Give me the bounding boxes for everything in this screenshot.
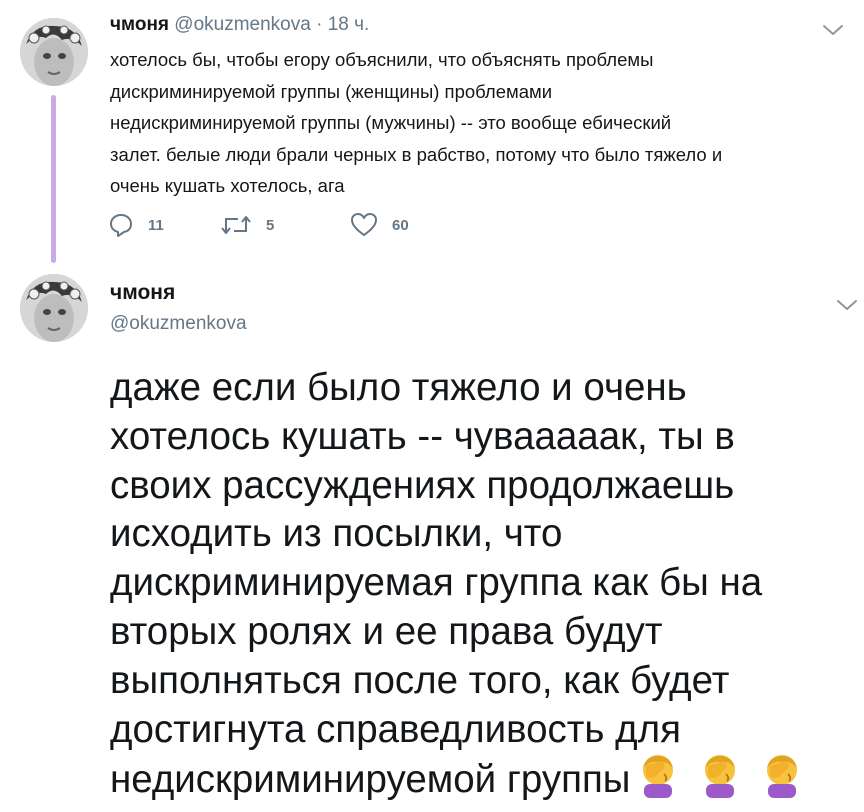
tweet-text-line: даже если было тяжело и очень: [110, 366, 687, 409]
retweet-button[interactable]: 5: [220, 212, 274, 238]
author-name[interactable]: чмоня: [110, 281, 175, 305]
tweet-text: даже если было тяжело и очень хотелось к…: [110, 364, 860, 811]
tweet-time[interactable]: 18 ч.: [328, 14, 370, 35]
reply-button[interactable]: 11: [108, 212, 164, 238]
tweet-text-line: залет. белые люди брали черных в рабство…: [110, 143, 723, 165]
facepalm-emoji: [767, 755, 798, 799]
tweet-menu-button[interactable]: [822, 23, 844, 42]
tweet-text-line: выполняться после того, как будет: [110, 658, 730, 702]
tweet-text-line: вторых ролях и ее права будут: [110, 609, 663, 653]
thread-connector-line: [51, 95, 56, 263]
tweet-header: чмоня @okuzmenkova · 18 ч.: [110, 14, 369, 36]
retweet-icon: [221, 216, 251, 234]
avatar[interactable]: [20, 18, 88, 86]
heart-icon: [351, 213, 377, 236]
reply-count: 11: [148, 216, 164, 234]
facepalm-emoji: [643, 755, 674, 799]
chevron-down-icon: [823, 25, 843, 35]
reply-icon: [110, 214, 132, 237]
retweet-count: 5: [266, 216, 275, 234]
chevron-down-icon: [837, 300, 857, 310]
tweet-text-line: недискриминируемой группы: [110, 754, 860, 811]
like-count: 60: [392, 216, 409, 234]
tweet-text-line: дискриминируемая группа как бы на: [110, 561, 763, 605]
tweet-text-line: достигнута справедливость для: [110, 707, 681, 751]
meta-separator: ·: [316, 14, 323, 35]
author-handle[interactable]: @okuzmenkova: [110, 313, 247, 335]
tweet-menu-button[interactable]: [836, 298, 858, 317]
facepalm-emoji: [705, 755, 736, 799]
avatar[interactable]: [20, 274, 88, 342]
author-name[interactable]: чмоня: [110, 14, 169, 35]
tweet-text-line: хотелось бы, чтобы егору объяснили, что …: [110, 49, 654, 70]
emoji-group: [638, 754, 824, 811]
tweet-text-line: дискриминируемой группы (женщины) пробле…: [110, 80, 553, 102]
tweet-text: хотелось бы, чтобы егору объяснили, что …: [110, 44, 850, 202]
tweet-actions: 11 5 60: [108, 212, 468, 242]
author-handle[interactable]: @okuzmenkova: [174, 14, 311, 35]
tweet-text-line: очень кушать хотелось, ага: [110, 175, 345, 196]
tweet-text-fragment: недискриминируемой группы: [110, 758, 631, 802]
tweet-text-line: исходить из посылки, что: [110, 512, 563, 556]
like-button[interactable]: 60: [350, 212, 409, 238]
tweet-text-line: недискриминируемой группы (мужчины) -- э…: [110, 112, 672, 133]
tweet-text-line: хотелось кушать -- чувааааак, ты в: [110, 414, 735, 458]
tweet-text-line: своих рассуждениях продолжаешь: [110, 463, 735, 507]
